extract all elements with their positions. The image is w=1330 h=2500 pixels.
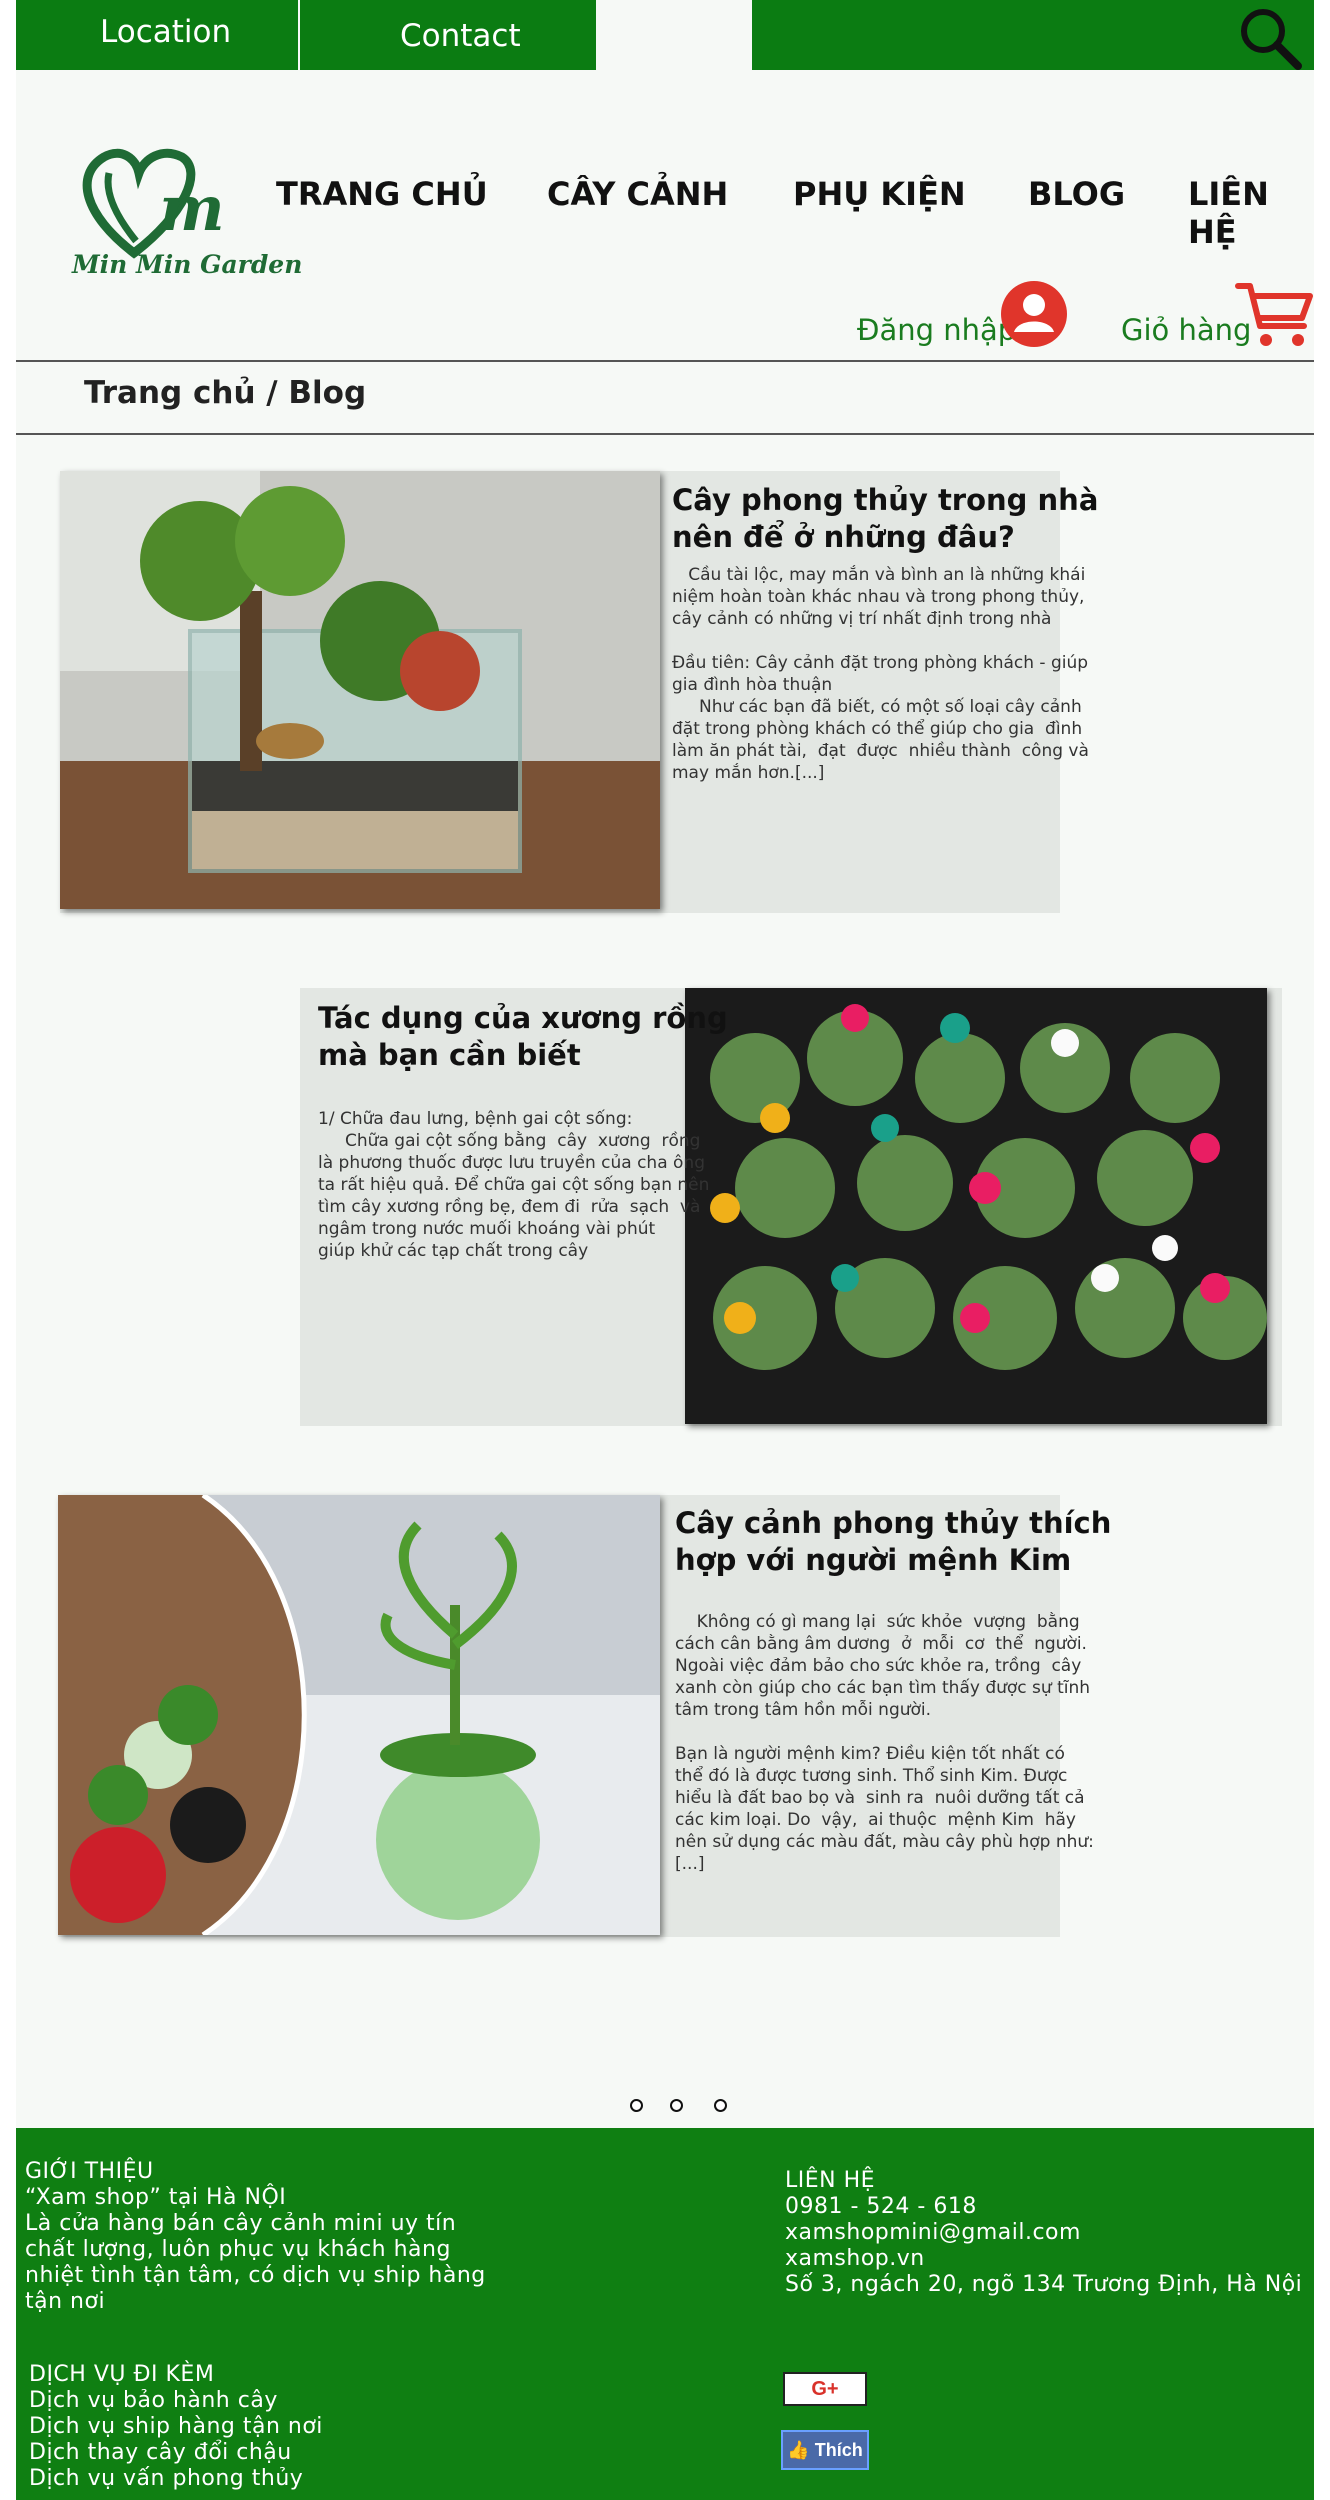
nav-trang-chu[interactable]: TRANG CHỦ: [276, 175, 488, 213]
pagination-dot[interactable]: [670, 2099, 683, 2112]
search-icon[interactable]: [1238, 6, 1304, 72]
contact-address: Số 3, ngách 20, ngõ 134 Trương Định, Hà …: [785, 2272, 1303, 2297]
breadcrumb: Trang chủ / Blog: [84, 375, 367, 411]
contact-email[interactable]: xamshopmini@gmail.com: [785, 2220, 1081, 2246]
post-excerpt: Cầu tài lộc, may mắn và bình an là những…: [672, 565, 1089, 783]
service-link[interactable]: Dịch vụ bảo hành cây: [29, 2388, 278, 2414]
contact-website[interactable]: xamshop.vn: [785, 2246, 925, 2272]
intro-line: tận nơi: [25, 2289, 106, 2314]
facebook-like-button[interactable]: 👍 Thích: [781, 2430, 869, 2470]
service-link[interactable]: Dịch thay cây đổi chậu: [29, 2440, 292, 2466]
location-label[interactable]: Location: [100, 14, 231, 50]
user-icon[interactable]: [1000, 280, 1068, 348]
contact-heading: LIÊN HỆ: [785, 2168, 876, 2193]
intro-line: chất lượng, luôn phục vụ khách hàng: [25, 2237, 451, 2262]
post-excerpt: 1/ Chữa đau lưng, bệnh gai cột sống: Chữ…: [318, 1109, 710, 1261]
topbar-right: [752, 0, 1314, 70]
intro-heading: GIỚI THIỆU: [25, 2159, 154, 2184]
divider: [16, 433, 1314, 435]
nav-phu-kien[interactable]: PHỤ KIỆN: [793, 175, 966, 213]
intro-line: Là cửa hàng bán cây cảnh mini uy tín: [25, 2211, 457, 2236]
service-link[interactable]: Dịch vụ ship hàng tận nơi: [29, 2414, 323, 2440]
services-heading: DỊCH VỤ ĐI KÈM: [29, 2362, 215, 2387]
thumbs-up-icon: 👍: [787, 2440, 810, 2460]
intro-line: “Xam shop” tại Hà NỘI: [25, 2185, 287, 2210]
post-image[interactable]: [685, 988, 1267, 1424]
nav-blog[interactable]: BLOG: [1028, 175, 1125, 213]
post-title[interactable]: Tác dụng của xương rồng mà bạn cần biết: [318, 1000, 728, 1074]
top-bar: Location Contact: [16, 0, 1314, 70]
pagination-dot[interactable]: [714, 2099, 727, 2112]
cart-icon[interactable]: [1234, 280, 1314, 350]
google-plus-button[interactable]: G+: [783, 2372, 867, 2406]
divider: [16, 360, 1314, 362]
post-title[interactable]: Cây phong thủy trong nhà nên để ở những …: [672, 482, 1098, 556]
nav-lien-he[interactable]: LIÊN HỆ: [1188, 175, 1314, 251]
facebook-like-label: Thích: [814, 2440, 863, 2460]
svg-text:m: m: [159, 172, 225, 245]
post-image[interactable]: [58, 1495, 660, 1935]
contact-phone[interactable]: 0981 - 524 - 618: [785, 2194, 977, 2220]
service-link[interactable]: Dịch vụ vấn phong thủy: [29, 2466, 303, 2492]
svg-text:Min Min Garden: Min Min Garden: [71, 250, 302, 279]
pagination-dot[interactable]: [630, 2099, 643, 2112]
nav-cay-canh[interactable]: CÂY CẢNH: [547, 175, 728, 213]
post-excerpt: Không có gì mang lại sức khỏe vượng bằng…: [675, 1612, 1094, 1874]
logo[interactable]: m Min Min Garden: [64, 145, 309, 285]
post-title[interactable]: Cây cảnh phong thủy thích hợp với người …: [675, 1505, 1111, 1579]
post-image[interactable]: [60, 471, 660, 909]
login-link[interactable]: Đăng nhập: [857, 313, 1016, 347]
cart-link[interactable]: Giỏ hàng: [1121, 313, 1251, 347]
page: Location Contact m Min Min Garden TRANG …: [16, 0, 1314, 2500]
contact-label[interactable]: Contact: [400, 18, 521, 54]
intro-line: nhiệt tình tận tâm, có dịch vụ ship hàng: [25, 2263, 486, 2288]
